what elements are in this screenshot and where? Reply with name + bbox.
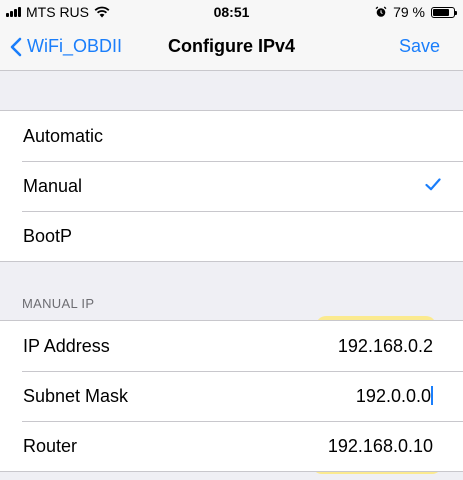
field-label: IP Address [23, 336, 110, 356]
option-label: Manual [23, 176, 83, 196]
option-bootp[interactable]: BootP [0, 211, 463, 261]
status-bar: MTS RUS 08:51 79 % [0, 0, 463, 24]
back-button-label: WiFi_OBDII [27, 36, 123, 56]
option-automatic[interactable]: Automatic [0, 111, 463, 161]
ip-address-row[interactable]: IP Address 192.168.0.2 [0, 321, 463, 371]
text-cursor [431, 386, 433, 405]
save-button[interactable]: Save [399, 36, 440, 57]
field-label: Subnet Mask [23, 386, 129, 406]
router-row[interactable]: Router 192.168.0.10 [0, 421, 463, 471]
navigation-bar: WiFi_OBDII Configure IPv4 Save [0, 24, 463, 71]
chevron-left-icon [10, 37, 22, 56]
alarm-icon [375, 6, 387, 17]
mode-options-list: Automatic Manual BootP [0, 110, 463, 262]
subnet-mask-value: 192.0.0.0 [355, 386, 431, 406]
option-label: Automatic [23, 126, 104, 146]
option-label: BootP [23, 226, 73, 246]
ip-address-field[interactable]: 192.168.0.2 [338, 336, 433, 357]
back-button[interactable]: WiFi_OBDII [10, 36, 122, 57]
subnet-mask-field[interactable]: 192.0.0.0 [356, 386, 433, 407]
subnet-mask-row[interactable]: Subnet Mask 192.0.0.0 [0, 371, 463, 421]
battery-icon [431, 6, 457, 18]
battery-level-fill [433, 8, 449, 16]
option-manual[interactable]: Manual [0, 161, 463, 211]
router-field[interactable]: 192.168.0.10 [328, 436, 433, 457]
manual-ip-list: IP Address 192.168.0.2 Subnet Mask 192.0… [0, 320, 463, 472]
battery-percent: 79 % [393, 4, 425, 20]
field-label: Router [23, 436, 78, 456]
section-header-manual-ip: MANUAL IP [22, 296, 95, 311]
checkmark-icon [425, 178, 441, 191]
status-right: 79 % [375, 4, 457, 20]
